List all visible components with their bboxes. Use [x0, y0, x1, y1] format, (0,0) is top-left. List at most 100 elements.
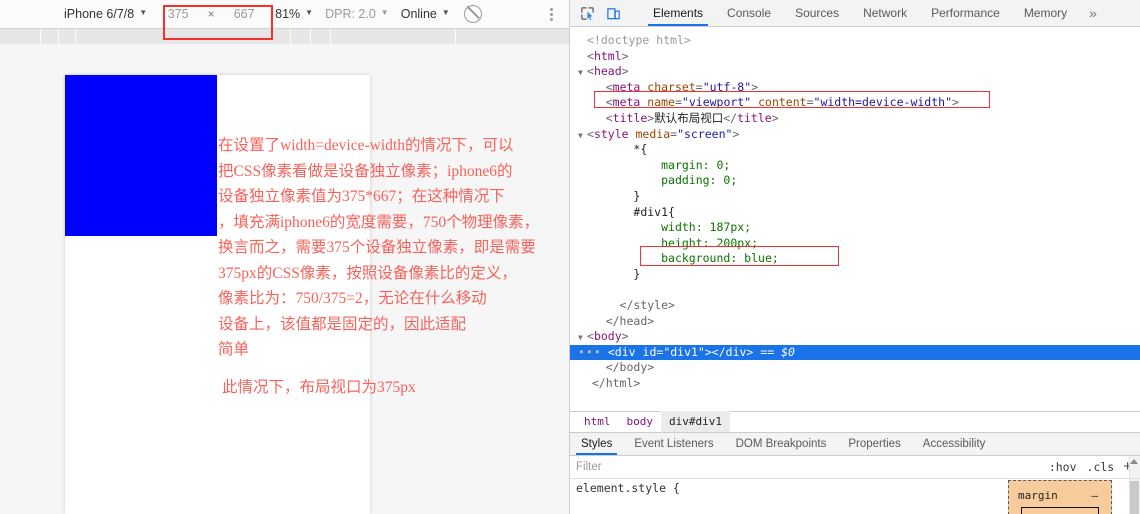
attr-id: id — [642, 344, 657, 359]
tab-memory-label: Memory — [1023, 6, 1068, 20]
cls-button[interactable]: .cls — [1082, 460, 1120, 474]
hov-button[interactable]: :hov — [1044, 460, 1082, 474]
tab-console-label: Console — [727, 6, 772, 20]
breadcrumb-item-body[interactable]: body — [619, 411, 662, 432]
tab-dom-breakpoints[interactable]: DOM Breakpoints — [725, 433, 838, 455]
breadcrumb-item-html[interactable]: html — [576, 411, 619, 432]
chevron-down-icon: ▼ — [305, 8, 314, 17]
dpr-selector[interactable]: DPR: 2.0 ▼ — [319, 3, 395, 25]
network-throttle-selector[interactable]: Online ▼ — [395, 3, 456, 25]
tag-div: div — [614, 344, 636, 359]
tab-styles-label: Styles — [581, 437, 613, 450]
kebab-menu-icon[interactable] — [543, 7, 559, 21]
breadcrumb-item-div1[interactable]: div#div1 — [661, 411, 730, 433]
device-toolbar: iPhone 6/7/8 ▼ 375 × 667 81% ▼ DPR: 2.0 … — [0, 0, 569, 40]
css-line-div1-selector[interactable]: #div1{ — [570, 205, 1140, 221]
tag-html: html — [593, 48, 622, 63]
viewport-width-input[interactable]: 375 — [157, 7, 199, 21]
dom-line-body-close[interactable]: </body> — [570, 360, 1140, 376]
attr-id-value: "div1" — [663, 344, 705, 359]
breadcrumb: html body div#div1 — [570, 410, 1140, 433]
dom-tree-view[interactable]: <!doctype html> <html> ▼ <head> <meta cha… — [570, 27, 1140, 411]
tag-title-close: title — [737, 110, 772, 125]
viewport-meta-highlight-annotation — [594, 91, 990, 108]
box-model-margin-value: – — [1091, 489, 1098, 502]
devtools-window: iPhone 6/7/8 ▼ 375 × 667 81% ▼ DPR: 2.0 … — [0, 0, 1140, 514]
dom-line-style-open[interactable]: ▼ <style media="screen"> — [570, 127, 1140, 143]
tab-sources[interactable]: Sources — [783, 0, 851, 26]
tab-sources-label: Sources — [795, 6, 840, 20]
dom-line-div1-selected[interactable]: ••• <div id="div1"></div> == $0 — [570, 344, 1140, 361]
tab-event-listeners[interactable]: Event Listeners — [623, 433, 724, 455]
dom-line-html-close[interactable]: </html> — [570, 376, 1140, 392]
css-line-margin[interactable]: margin: 0; — [570, 158, 1140, 174]
devtools-tool-icons — [570, 0, 641, 26]
css-line-universal[interactable]: *{ — [570, 142, 1140, 158]
dpr-label: DPR: 2.0 — [325, 7, 376, 21]
zoom-selector[interactable]: 81% ▼ — [269, 3, 319, 25]
toggle-device-toolbar-icon[interactable] — [602, 3, 624, 23]
viewport-ruler[interactable] — [0, 29, 569, 45]
box-model-margin-label: margin — [1018, 489, 1058, 502]
tab-accessibility-label: Accessibility — [922, 437, 986, 450]
viewport-height-input[interactable]: 667 — [223, 7, 265, 21]
annotation-text-secondary: 此情况下，布局视口为375px — [222, 379, 416, 396]
dom-line-head-open[interactable]: ▼ <head> — [570, 64, 1140, 80]
tab-elements[interactable]: Elements — [641, 0, 715, 26]
devtools-panel: Elements Console Sources Network Perform… — [570, 0, 1140, 514]
tab-event-listeners-label: Event Listeners — [634, 437, 714, 450]
dimension-separator-icon: × — [207, 7, 215, 21]
tab-accessibility[interactable]: Accessibility — [912, 433, 997, 455]
dom-line-body-open[interactable]: ▼ <body> — [570, 329, 1140, 345]
box-model-diagram[interactable]: margin – — [1008, 480, 1112, 514]
inspect-element-icon[interactable] — [576, 3, 598, 23]
styles-filter-row: :hov .cls + — [570, 455, 1140, 479]
css-line-close-div1[interactable]: } — [570, 267, 1140, 283]
tab-network-label: Network — [863, 6, 908, 20]
styles-rules-pane[interactable]: element.style { margin – — [570, 478, 1140, 514]
device-emulation-pane: iPhone 6/7/8 ▼ 375 × 667 81% ▼ DPR: 2.0 … — [0, 0, 570, 514]
dom-line-html-open[interactable]: <html> — [570, 49, 1140, 65]
annotation-text-main: 在设置了width=device-width的情况下，可以 把CSS像素看做是设… — [218, 137, 540, 358]
tab-properties-label: Properties — [848, 437, 901, 450]
tag-div-close: div — [725, 344, 747, 359]
styles-body-scrollbar-thumb[interactable] — [1130, 480, 1139, 514]
tag-head: head — [593, 64, 622, 79]
css-line-close-universal[interactable]: } — [570, 189, 1140, 205]
tag-title: title — [612, 110, 648, 125]
dom-line-blank — [570, 283, 1140, 299]
tab-dom-breakpoints-label: DOM Breakpoints — [735, 437, 827, 450]
styles-body-scrollbar-track[interactable] — [1129, 478, 1140, 514]
chevron-down-icon: ▼ — [139, 8, 148, 17]
tab-network[interactable]: Network — [851, 0, 919, 26]
device-selector[interactable]: iPhone 6/7/8 ▼ — [58, 3, 153, 25]
tag-body: body — [593, 329, 622, 344]
styles-scrollbar-track[interactable] — [1129, 455, 1140, 478]
title-text: 默认布局视口 — [654, 110, 724, 125]
tab-console[interactable]: Console — [715, 0, 783, 26]
chevron-down-icon: ▼ — [380, 8, 389, 17]
tab-performance[interactable]: Performance — [919, 0, 1012, 26]
tab-memory[interactable]: Memory — [1012, 0, 1079, 26]
scroll-up-arrow-icon[interactable] — [1130, 458, 1138, 464]
tab-properties[interactable]: Properties — [837, 433, 911, 455]
blue-div1-element[interactable] — [65, 75, 217, 236]
dom-line-style-close[interactable]: </style> — [570, 298, 1140, 314]
network-status-label: Online — [400, 7, 437, 21]
css-line-width[interactable]: width: 187px; — [570, 220, 1140, 236]
tab-performance-label: Performance — [931, 6, 1000, 20]
doctype-text: <!doctype html> — [587, 33, 691, 47]
css-line-padding[interactable]: padding: 0; — [570, 173, 1140, 189]
attr-media-value: "screen" — [677, 126, 733, 141]
more-tabs-icon[interactable]: » — [1079, 0, 1107, 26]
box-model-border-box — [1021, 507, 1099, 514]
devtools-tabbar: Elements Console Sources Network Perform… — [570, 0, 1140, 27]
viewport-dimensions[interactable]: 375 × 667 — [153, 7, 269, 21]
filter-input[interactable] — [570, 455, 1044, 479]
tab-styles[interactable]: Styles — [570, 433, 623, 455]
dom-line-head-close[interactable]: </head> — [570, 314, 1140, 330]
dom-line-title[interactable]: <title>默认布局视口</title> — [570, 111, 1140, 127]
zoom-level-label: 81% — [275, 7, 301, 21]
dom-line-doctype[interactable]: <!doctype html> — [570, 33, 1140, 49]
no-throttling-icon[interactable] — [463, 5, 482, 23]
